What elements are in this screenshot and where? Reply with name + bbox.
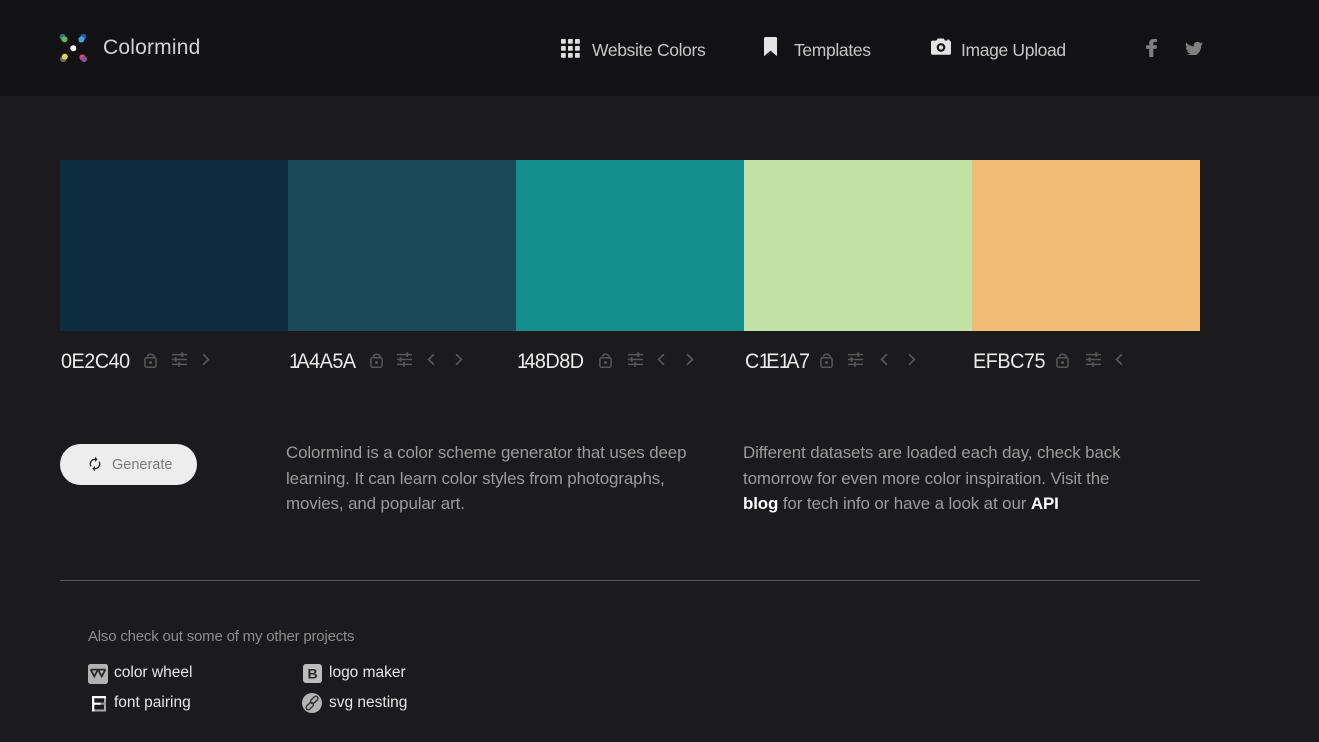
svg-text:B: B [307,666,317,682]
